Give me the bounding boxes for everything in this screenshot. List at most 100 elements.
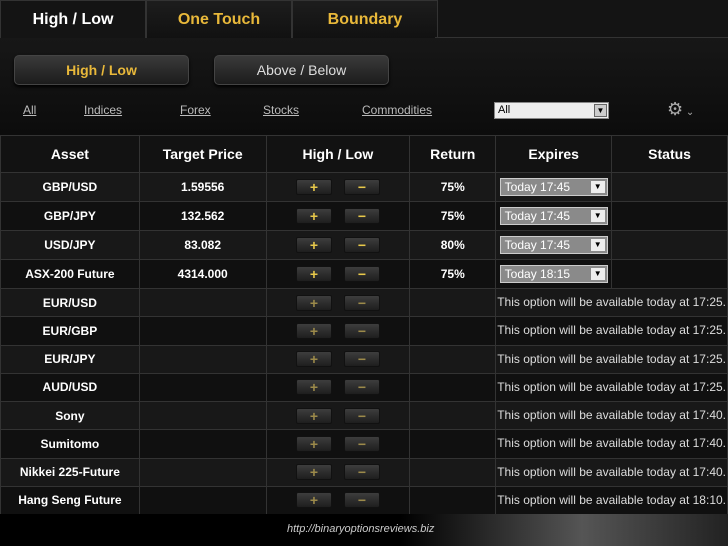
low-minus-button[interactable]: − bbox=[343, 322, 380, 339]
dropdown-arrow-icon[interactable]: ▼ bbox=[590, 239, 605, 251]
high-low-cell: + − bbox=[265, 259, 411, 289]
header-return: Return bbox=[409, 135, 497, 173]
asset-cell: EUR/JPY bbox=[0, 344, 140, 374]
table-row: Nikkei 225-Future + − This option will be a… bbox=[0, 457, 728, 487]
high-plus-button[interactable]: + bbox=[295, 379, 332, 396]
high-low-cell: + − bbox=[265, 287, 411, 318]
asset-cell: Nikkei 225-Future bbox=[0, 457, 140, 487]
high-plus-button[interactable]: + bbox=[295, 266, 332, 282]
return-cell: 80% bbox=[409, 230, 497, 260]
expires-select[interactable]: Today 18:15 ▼ bbox=[499, 265, 608, 283]
low-minus-button[interactable]: − bbox=[343, 407, 380, 424]
return-cell: 75% bbox=[409, 259, 497, 289]
filter-all[interactable]: All bbox=[23, 103, 36, 117]
header-target-price: Target Price bbox=[138, 135, 267, 173]
expires-select[interactable]: Today 17:45 ▼ bbox=[499, 236, 608, 254]
high-plus-button[interactable]: + bbox=[295, 237, 332, 253]
low-minus-button[interactable]: − bbox=[343, 208, 380, 224]
dropdown-arrow-icon[interactable]: ▼ bbox=[590, 268, 605, 280]
low-minus-button[interactable]: − bbox=[343, 237, 380, 253]
header-expires: Expires bbox=[495, 135, 613, 173]
high-plus-button[interactable]: + bbox=[295, 435, 332, 452]
filter-indices[interactable]: Indices bbox=[84, 103, 122, 117]
expires-select[interactable]: Today 17:45 ▼ bbox=[499, 207, 608, 225]
filter-stocks[interactable]: Stocks bbox=[263, 103, 299, 117]
asset-cell: EUR/GBP bbox=[0, 316, 140, 346]
expires-cell: Today 18:15 ▼ bbox=[495, 259, 613, 289]
high-low-cell: + − bbox=[265, 230, 411, 260]
low-minus-button[interactable]: − bbox=[343, 266, 380, 282]
dropdown-arrow-icon[interactable]: ▼ bbox=[594, 104, 607, 117]
high-plus-button[interactable]: + bbox=[295, 294, 332, 311]
above-below-button[interactable]: Above / Below bbox=[214, 55, 389, 85]
expires-select[interactable]: Today 17:45 ▼ bbox=[499, 178, 608, 196]
high-plus-button[interactable]: + bbox=[295, 208, 332, 224]
asset-select-value: All bbox=[498, 104, 511, 116]
target-price-cell bbox=[138, 344, 267, 374]
low-minus-button[interactable]: − bbox=[343, 435, 380, 452]
high-low-cell: + − bbox=[265, 344, 411, 374]
high-low-cell: + − bbox=[265, 485, 411, 516]
asset-cell: Sony bbox=[0, 400, 140, 431]
tab-high-low[interactable]: High / Low bbox=[0, 0, 146, 38]
option-type-tabs: High / Low One Touch Boundary bbox=[0, 0, 438, 38]
asset-cell: USD/JPY bbox=[0, 230, 140, 260]
low-minus-button[interactable]: − bbox=[343, 294, 380, 311]
footer: http://binaryoptionsreviews.biz bbox=[0, 514, 728, 546]
return-cell bbox=[409, 485, 497, 516]
high-low-button[interactable]: High / Low bbox=[14, 55, 189, 85]
target-price-cell bbox=[138, 372, 267, 403]
return-cell bbox=[409, 372, 497, 403]
target-price-cell bbox=[138, 400, 267, 431]
return-cell bbox=[409, 400, 497, 431]
low-minus-button[interactable]: − bbox=[343, 492, 380, 509]
target-price-cell: 4314.000 bbox=[138, 259, 267, 289]
expires-value: Today 17:45 bbox=[504, 209, 571, 223]
availability-message: This option will be available today at 1… bbox=[495, 457, 728, 487]
expires-cell: Today 17:45 ▼ bbox=[495, 230, 613, 260]
filter-forex[interactable]: Forex bbox=[180, 103, 211, 117]
dropdown-arrow-icon[interactable]: ▼ bbox=[590, 181, 605, 193]
asset-cell: ASX-200 Future bbox=[0, 259, 140, 289]
availability-message: This option will be available today at 1… bbox=[495, 400, 728, 431]
high-plus-button[interactable]: + bbox=[295, 407, 332, 424]
return-cell bbox=[409, 429, 497, 459]
asset-select[interactable]: All ▼ bbox=[494, 102, 609, 119]
dropdown-arrow-icon[interactable]: ▼ bbox=[590, 210, 605, 222]
header-asset: Asset bbox=[0, 135, 140, 173]
filter-commodities[interactable]: Commodities bbox=[362, 103, 432, 117]
target-price-cell bbox=[138, 485, 267, 516]
high-plus-button[interactable]: + bbox=[295, 492, 332, 509]
return-cell bbox=[409, 316, 497, 346]
target-price-cell bbox=[138, 287, 267, 318]
availability-message: This option will be available today at 1… bbox=[495, 372, 728, 403]
expires-value: Today 17:45 bbox=[504, 238, 571, 252]
tab-boundary[interactable]: Boundary bbox=[292, 0, 438, 38]
return-cell bbox=[409, 287, 497, 318]
table-row: EUR/GBP + − This option will be available t… bbox=[0, 316, 728, 346]
availability-message: This option will be available today at 1… bbox=[495, 429, 728, 459]
low-minus-button[interactable]: − bbox=[343, 179, 380, 195]
asset-cell: EUR/USD bbox=[0, 287, 140, 318]
high-plus-button[interactable]: + bbox=[295, 351, 332, 368]
return-cell: 75% bbox=[409, 172, 497, 202]
high-plus-button[interactable]: + bbox=[295, 322, 332, 339]
tab-one-touch[interactable]: One Touch bbox=[146, 0, 292, 38]
table-row: Hang Seng Future + − This option will be av… bbox=[0, 485, 728, 516]
low-minus-button[interactable]: − bbox=[343, 464, 380, 481]
low-minus-button[interactable]: − bbox=[343, 379, 380, 396]
asset-cell: Sumitomo bbox=[0, 429, 140, 459]
options-table: Asset Target Price High / Low Return Exp… bbox=[0, 135, 728, 516]
high-plus-button[interactable]: + bbox=[295, 179, 332, 195]
table-row: EUR/USD + − This option will be available t… bbox=[0, 287, 728, 318]
gear-icon[interactable]: ⚙ ⌄ bbox=[667, 99, 694, 120]
asset-cell: GBP/JPY bbox=[0, 201, 140, 231]
availability-message: This option will be available today at 1… bbox=[495, 287, 728, 318]
high-low-cell: + − bbox=[265, 429, 411, 459]
expires-value: Today 18:15 bbox=[504, 267, 571, 281]
table-row: Sony + − This option will be available toda… bbox=[0, 400, 728, 431]
asset-filters: All Indices Forex Stocks Commodities All… bbox=[0, 99, 728, 121]
chevron-down-icon[interactable]: ⌄ bbox=[683, 107, 694, 118]
low-minus-button[interactable]: − bbox=[343, 351, 380, 368]
high-plus-button[interactable]: + bbox=[295, 464, 332, 481]
